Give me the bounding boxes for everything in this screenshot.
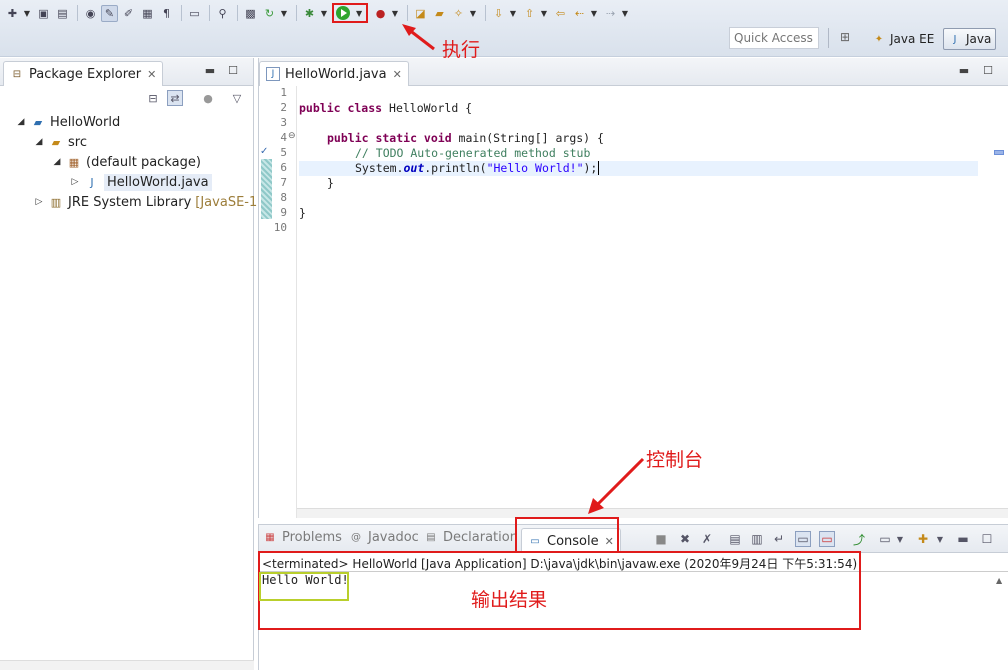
- annotation-overlay: [258, 24, 861, 630]
- console-annotation: 控制台: [646, 449, 704, 471]
- run-annotation: 执行: [442, 39, 481, 61]
- console-arrow: [595, 457, 645, 507]
- output-text-highlight: [259, 572, 349, 601]
- console-output-highlight: [258, 551, 861, 630]
- output-annotation: 输出结果: [471, 589, 548, 611]
- console-tab-highlight: [515, 517, 619, 553]
